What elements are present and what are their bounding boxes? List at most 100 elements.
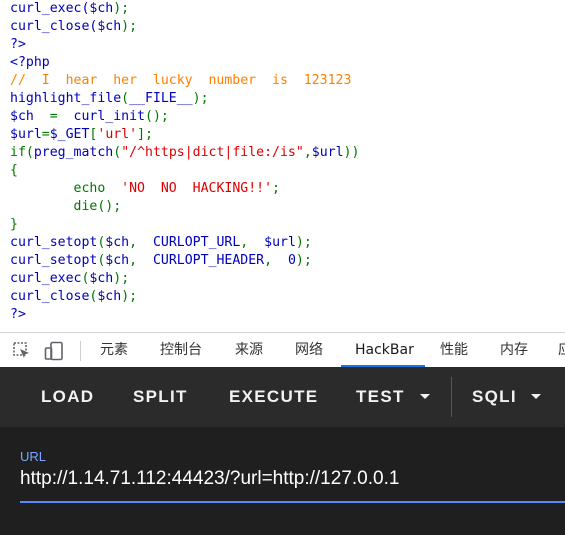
code-token: $ch	[10, 109, 50, 124]
code-token: ,	[303, 145, 312, 160]
toolbar-divider	[451, 377, 452, 417]
code-token: curl_setopt	[10, 253, 98, 268]
code-token: $_GET	[49, 127, 90, 142]
code-token: );	[121, 289, 138, 304]
code-token: $url	[10, 127, 42, 142]
code-line: curl_exec($ch);	[10, 0, 129, 18]
code-token: ))	[343, 145, 360, 160]
code-token: 'url'	[97, 127, 138, 142]
tab-console[interactable]: 控制台	[160, 333, 202, 368]
code-token: (	[121, 91, 130, 106]
code-token: ?>	[10, 307, 26, 322]
code-line: curl_setopt($ch, CURLOPT_URL, $url);	[10, 234, 312, 252]
code-token: preg_match	[33, 145, 114, 160]
code-token: 'NO NO HACKING!!'	[121, 181, 273, 196]
tab-hackbar[interactable]: HackBar	[355, 333, 414, 368]
code-line: echo 'NO NO HACKING!!';	[10, 180, 280, 198]
code-token: =	[41, 127, 50, 142]
code-token: );	[295, 235, 312, 250]
code-token: curl_exec	[10, 271, 82, 286]
test-caret-down-icon[interactable]	[420, 394, 430, 399]
code-token: ;	[272, 181, 280, 196]
tab-application[interactable]: 应	[558, 333, 565, 368]
code-token: curl_init	[73, 109, 145, 124]
tab-performance[interactable]: 性能	[440, 333, 468, 368]
code-token: curl_close(	[10, 19, 98, 34]
code-token: ?>	[10, 37, 26, 52]
load-button[interactable]: LOAD	[41, 367, 94, 427]
code-token: if(	[10, 145, 34, 160]
code-token: curl_exec(	[10, 1, 90, 16]
code-line: if(preg_match("/^https|dict|file:/is",$u…	[10, 144, 359, 162]
code-token: <?php	[10, 55, 50, 70]
tab-elements[interactable]: 元素	[100, 333, 128, 368]
devtools-tab-bar: 元素 控制台 来源 网络 HackBar 性能 内存 应	[0, 332, 565, 368]
code-token: echo	[73, 181, 122, 196]
code-token: die	[73, 199, 98, 214]
toolbar-separator	[80, 341, 81, 361]
code-token: // I hear her lucky number is 123123	[10, 73, 352, 88]
code-token: curl_close	[10, 289, 90, 304]
code-token: $ch	[89, 271, 114, 286]
inspect-element-icon[interactable]	[12, 341, 32, 365]
code-line: curl_setopt($ch, CURLOPT_HEADER, 0);	[10, 252, 312, 270]
url-label: URL	[20, 449, 47, 464]
code-token: 0	[287, 253, 296, 268]
url-input[interactable]: http://1.14.71.112:44423/?url=http://127…	[20, 465, 565, 501]
tab-sources[interactable]: 来源	[235, 333, 263, 368]
tab-network[interactable]: 网络	[295, 333, 323, 368]
code-line: // I hear her lucky number is 123123	[10, 72, 351, 90]
code-token: $url	[264, 235, 296, 250]
test-dropdown-button[interactable]: TEST	[356, 367, 405, 427]
sqli-caret-down-icon[interactable]	[531, 394, 541, 399]
code-token: curl_setopt	[10, 235, 98, 250]
code-line: curl_exec($ch);	[10, 270, 129, 288]
execute-button[interactable]: EXECUTE	[229, 367, 318, 427]
highlighted-source-code: curl_exec($ch); curl_close($ch); ?> <?php//…	[0, 0, 565, 332]
tab-memory[interactable]: 内存	[500, 333, 528, 368]
code-token: );	[192, 91, 209, 106]
code-token: );	[113, 271, 130, 286]
code-token: $ch	[97, 289, 122, 304]
code-token: ();	[97, 199, 122, 214]
code-line: $ch = curl_init();	[10, 108, 169, 126]
split-button[interactable]: SPLIT	[133, 367, 188, 427]
code-line: <?php	[10, 54, 50, 72]
code-line: curl_close($ch);	[10, 288, 137, 306]
code-line: ?>	[10, 306, 26, 324]
device-toolbar-icon[interactable]	[44, 341, 64, 365]
code-line: die();	[10, 198, 122, 216]
code-line: ?>	[10, 36, 26, 54]
code-token: $ch	[105, 235, 130, 250]
code-token: $ch	[89, 1, 114, 16]
code-token: CURLOPT_URL	[152, 235, 241, 250]
code-token: ();	[145, 109, 169, 124]
code-token: ];	[137, 127, 153, 142]
hackbar-url-panel: URL http://1.14.71.112:44423/?url=http:/…	[0, 427, 565, 535]
code-token: ,	[264, 253, 288, 268]
code-token: );	[113, 1, 130, 16]
code-token: }	[10, 217, 18, 232]
code-token: $ch	[105, 253, 130, 268]
code-token: $url	[311, 145, 344, 160]
code-line: highlight_file(__FILE__);	[10, 90, 209, 108]
code-token: ,	[129, 235, 153, 250]
hackbar-toolbar: LOAD SPLIT EXECUTE TEST SQLI	[0, 367, 565, 427]
sqli-dropdown-button[interactable]: SQLI	[472, 367, 517, 427]
code-token: highlight_file	[10, 91, 122, 106]
code-token: ,	[129, 253, 153, 268]
code-token: "/^https|dict|file:/is"	[121, 145, 304, 160]
code-token: );	[295, 253, 312, 268]
code-line: $url=$_GET['url'];	[10, 126, 153, 144]
code-token: );	[121, 19, 138, 34]
code-line: {	[10, 162, 18, 180]
code-token: =	[49, 109, 74, 124]
code-line: curl_close($ch);	[10, 18, 137, 36]
code-token: $ch	[97, 19, 122, 34]
code-token: __FILE__	[129, 91, 193, 106]
code-token: {	[10, 163, 18, 178]
code-token: CURLOPT_HEADER	[152, 253, 265, 268]
code-line: }	[10, 216, 18, 234]
